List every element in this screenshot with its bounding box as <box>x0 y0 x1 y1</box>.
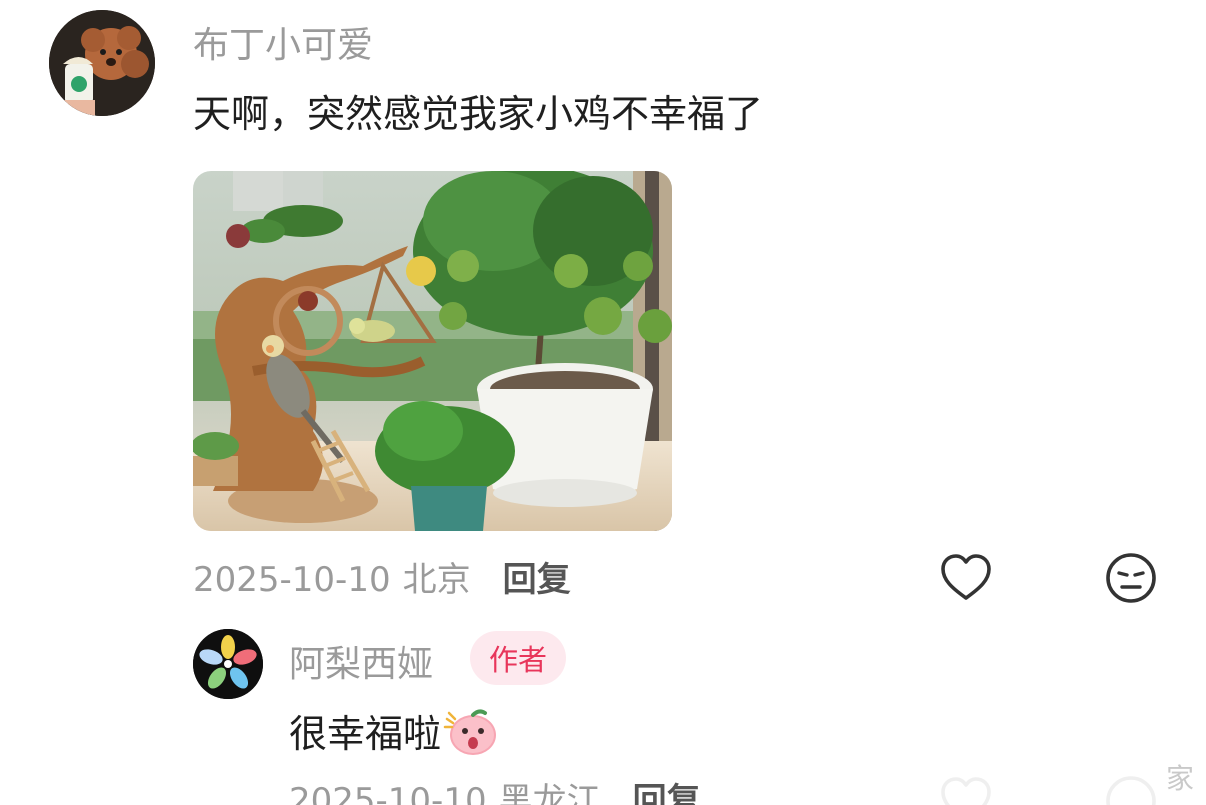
author-badge: 作者 <box>470 631 566 685</box>
reply-reply-button[interactable]: 回复 <box>633 781 701 805</box>
user-avatar[interactable] <box>49 10 155 116</box>
surprised-peach-emoji-icon <box>443 705 499 757</box>
comment-date: 2025-10-10 <box>193 560 391 600</box>
reply-username[interactable]: 阿梨西娅 <box>289 635 433 687</box>
comment-meta: 2025-10-10 北京 回复 <box>193 552 571 601</box>
unamused-face-icon[interactable] <box>1103 550 1159 606</box>
reply-date: 2025-10-10 <box>289 781 487 805</box>
reply-text: 很幸福啦 <box>289 712 442 756</box>
comment-location: 北京 <box>402 560 471 600</box>
heart-icon[interactable] <box>938 550 994 606</box>
comment-username[interactable]: 布丁小可爱 <box>193 16 373 68</box>
comment-photo[interactable] <box>193 171 672 531</box>
comment-text: 天啊，突然感觉我家小鸡不幸福了 <box>193 92 764 136</box>
reply-button[interactable]: 回复 <box>503 560 571 600</box>
bottom-fade-overlay <box>720 748 1206 805</box>
pinwheel-avatar-icon <box>193 629 263 699</box>
comment-thread: 布丁小可爱 天啊，突然感觉我家小鸡不幸福了 2025-10-10 北京 回复 阿… <box>0 0 1206 805</box>
watermark: 家 <box>1166 762 1195 795</box>
reply-location: 黑龙江 <box>498 781 601 805</box>
author-avatar[interactable] <box>193 629 263 699</box>
reply-content: 很幸福啦 <box>289 703 499 758</box>
reply-meta: 2025-10-10 黑龙江 回复 <box>289 773 701 805</box>
parrot-plant-photo <box>193 171 672 531</box>
dog-avatar-icon <box>49 10 155 116</box>
